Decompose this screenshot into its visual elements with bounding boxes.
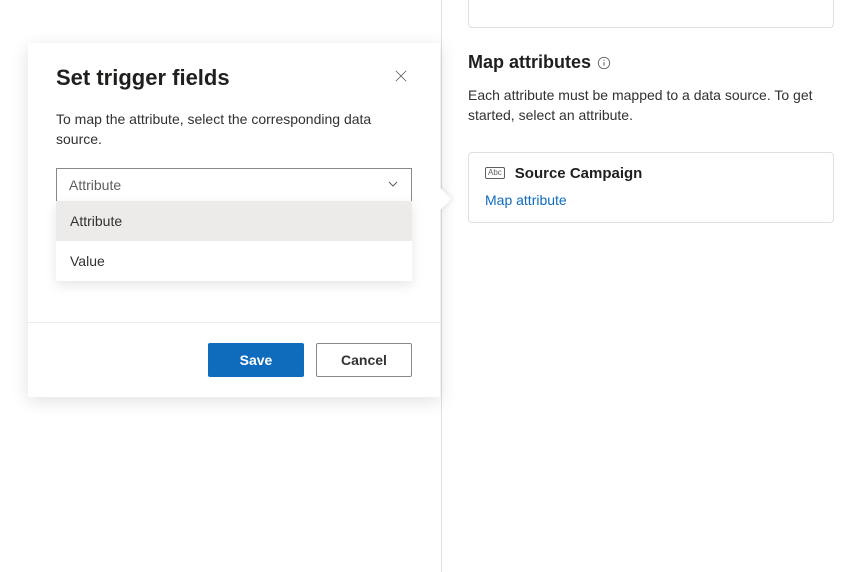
map-attributes-description: Each attribute must be mapped to a data … xyxy=(468,85,830,126)
heading-text: Map attributes xyxy=(468,52,591,73)
dropdown-placeholder: Attribute xyxy=(69,177,121,193)
modal-title: Set trigger fields xyxy=(56,65,230,91)
close-button[interactable] xyxy=(390,65,412,90)
attribute-card-header: Abc Source Campaign xyxy=(485,165,817,182)
attribute-title: Source Campaign xyxy=(515,165,643,182)
info-icon[interactable] xyxy=(597,56,611,70)
text-type-icon: Abc xyxy=(485,167,505,179)
modal-footer: Save Cancel xyxy=(28,322,440,397)
set-trigger-fields-modal: Set trigger fields To map the attribute,… xyxy=(28,43,440,397)
close-icon xyxy=(394,69,408,86)
save-button[interactable]: Save xyxy=(208,343,304,377)
vertical-divider xyxy=(441,0,442,572)
cancel-button[interactable]: Cancel xyxy=(316,343,412,377)
card-fragment xyxy=(468,0,834,28)
map-attributes-heading: Map attributes xyxy=(468,52,830,73)
map-attribute-link[interactable]: Map attribute xyxy=(485,192,567,208)
dropdown-toggle[interactable]: Attribute xyxy=(56,168,412,202)
map-attributes-panel: Map attributes Each attribute must be ma… xyxy=(468,52,830,223)
modal-description: To map the attribute, select the corresp… xyxy=(56,109,412,150)
dropdown-list: Attribute Value xyxy=(56,201,412,281)
chevron-down-icon xyxy=(387,177,399,193)
data-source-dropdown: Attribute Attribute Value xyxy=(56,168,412,202)
dropdown-option-attribute[interactable]: Attribute xyxy=(56,201,412,241)
attribute-card[interactable]: Abc Source Campaign Map attribute xyxy=(468,152,834,223)
dropdown-option-value[interactable]: Value xyxy=(56,241,412,281)
